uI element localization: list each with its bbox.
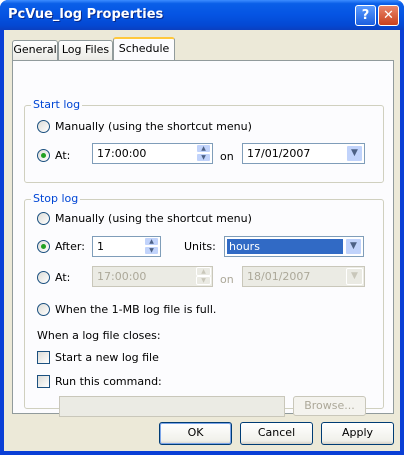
close-button[interactable]: ✕ [378,5,399,26]
start-log-legend: Start log [31,98,83,111]
stop-at-radio[interactable] [37,271,50,284]
cancel-button[interactable]: Cancel [240,422,313,445]
browse-button[interactable]: Browse... [293,396,366,416]
stop-at-date-picker[interactable]: 18/01/2007 ▼ [242,266,365,287]
stop-log-legend: Stop log [31,192,81,205]
apply-button-label: Apply [341,426,374,439]
help-button[interactable]: ? [355,5,376,26]
schedule-panel: Start log Manually (using the shortcut m… [12,60,394,417]
start-date-value: 17/01/2007 [247,147,311,160]
browse-button-label: Browse... [304,399,355,412]
units-selected-value: hours [227,239,343,254]
units-select[interactable]: hours ▼ [224,236,364,257]
stop-after-label: After: [55,240,85,253]
tab-log-files[interactable]: Log Files [58,40,113,60]
chevron-down-icon[interactable]: ▼ [346,145,363,162]
close-icon: ✕ [383,8,394,23]
spin-up-icon[interactable]: ▲ [196,267,211,276]
stop-after-input[interactable]: 1 ▲ ▼ [92,236,161,257]
start-at-label: At: [55,149,71,162]
stop-at-time-spinner[interactable]: ▲ ▼ [196,267,211,286]
spin-up-icon[interactable]: ▲ [196,144,211,153]
tab-schedule[interactable]: Schedule [113,37,175,60]
command-input[interactable] [59,396,285,417]
log-closes-label: When a log file closes: [37,329,161,342]
cancel-button-label: Cancel [257,426,296,439]
stop-full-label: When the 1-MB log file is full. [55,303,217,316]
chevron-down-icon[interactable]: ▼ [345,238,362,255]
run-command-checkbox[interactable] [37,375,50,388]
apply-button[interactable]: Apply [321,422,394,445]
run-command-label: Run this command: [55,375,162,388]
spin-up-icon[interactable]: ▲ [144,237,159,246]
ok-button-label: OK [187,426,204,439]
start-manual-label: Manually (using the shortcut menu) [55,120,252,133]
stop-after-spinner[interactable]: ▲ ▼ [144,237,159,256]
tab-general-label: General [13,43,57,56]
units-label: Units: [184,240,216,253]
start-on-label: on [220,150,234,163]
start-date-picker[interactable]: 17/01/2007 ▼ [242,143,365,164]
start-manual-radio[interactable] [37,120,50,133]
start-at-radio[interactable] [37,149,50,162]
start-new-log-label: Start a new log file [55,351,159,364]
stop-at-time-input[interactable]: 17:00:00 ▲ ▼ [92,266,213,287]
tab-log-files-label: Log Files [61,43,110,56]
stop-after-radio[interactable] [37,240,50,253]
properties-window: PcVue_log Properties ? ✕ General Log Fil… [0,0,404,455]
start-new-log-checkbox[interactable] [37,351,50,364]
window-title: PcVue_log Properties [8,7,164,22]
chevron-down-icon[interactable]: ▼ [346,268,363,285]
stop-full-radio[interactable] [37,303,50,316]
stop-on-label: on [220,273,234,286]
ok-button[interactable]: OK [159,422,232,445]
stop-at-time-value: 17:00:00 [97,270,147,283]
start-time-value: 17:00:00 [97,147,147,160]
dialog-client-area: General Log Files Schedule Start log Man… [4,30,400,451]
start-time-input[interactable]: 17:00:00 ▲ ▼ [92,143,213,164]
help-icon: ? [361,8,370,23]
stop-manual-radio[interactable] [37,212,50,225]
spin-down-icon[interactable]: ▼ [196,153,211,162]
spin-down-icon[interactable]: ▼ [144,246,159,255]
stop-at-date-value: 18/01/2007 [247,270,311,283]
stop-manual-label: Manually (using the shortcut menu) [55,212,252,225]
tab-general[interactable]: General [12,40,58,60]
stop-after-value: 1 [97,240,104,253]
spin-down-icon[interactable]: ▼ [196,276,211,285]
tab-schedule-label: Schedule [118,42,170,55]
start-time-spinner[interactable]: ▲ ▼ [196,144,211,163]
stop-at-label: At: [55,271,71,284]
title-bar[interactable]: PcVue_log Properties ? ✕ [0,0,404,30]
